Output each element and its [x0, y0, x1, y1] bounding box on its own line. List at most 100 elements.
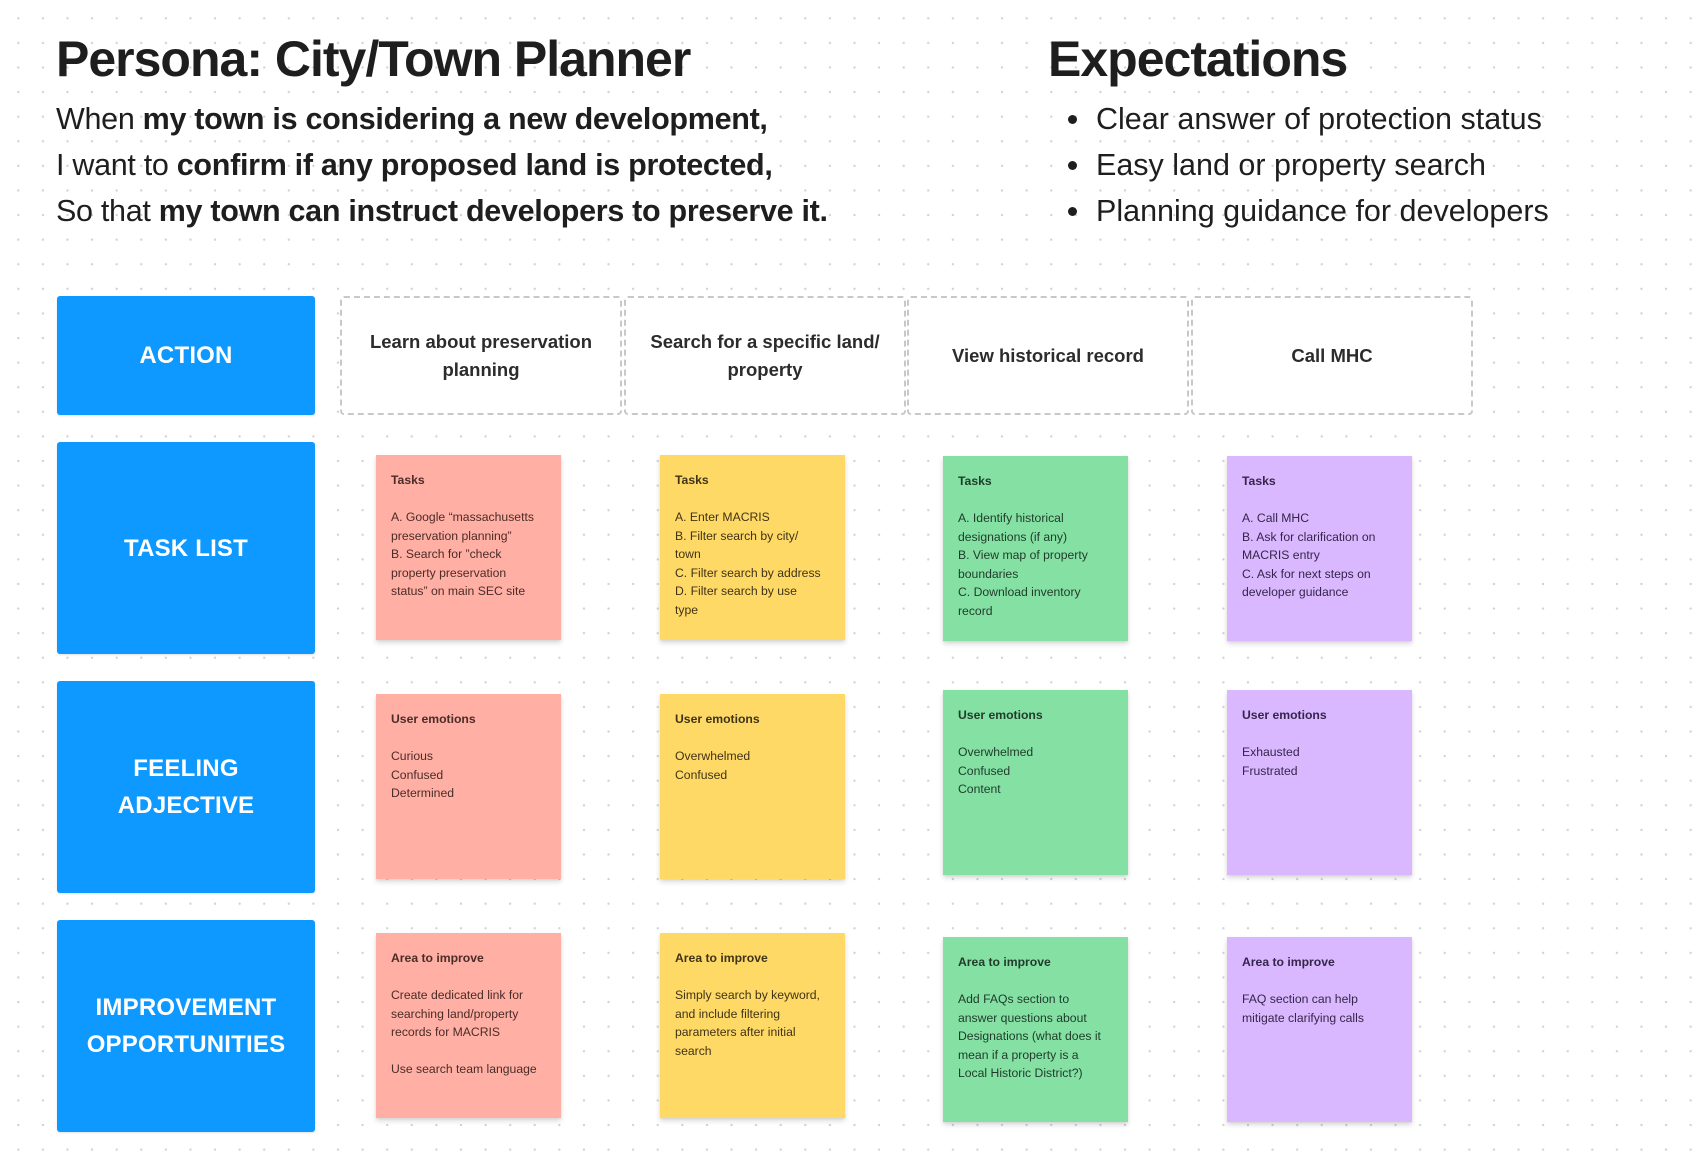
sticky-line: A. Enter MACRIS: [675, 510, 770, 524]
bullet-icon: [1068, 115, 1077, 124]
sticky-line: Content: [958, 782, 1001, 796]
sticky-line: record: [958, 603, 993, 618]
sticky-line: Confused: [391, 767, 444, 782]
sticky-line: B. Filter search by city/: [675, 528, 799, 543]
story-plain-text: I want to: [56, 148, 177, 182]
action-text: Call MHC: [1291, 344, 1373, 366]
sticky-line: mitigate clarifying calls: [1242, 1010, 1364, 1025]
sticky-line: D. Filter search by use: [675, 584, 797, 598]
row-label-task-list[interactable]: TASK LIST: [57, 442, 315, 654]
row-label-text: FEELING ADJECTIVE: [118, 750, 255, 824]
sticky-heading: Tasks: [675, 473, 709, 487]
bullet-icon: [1068, 161, 1077, 170]
sticky-line: C. Ask for next steps on: [1242, 566, 1371, 581]
sticky-line: Determined: [391, 786, 454, 800]
row-label-feeling-adjective[interactable]: FEELING ADJECTIVE: [57, 681, 315, 893]
row-label-action[interactable]: ACTION: [57, 296, 315, 415]
sticky-line: A. Google “massachusetts: [391, 510, 534, 524]
sticky-line: type: [675, 602, 699, 617]
sticky-line: Designations (what does it: [958, 1029, 1101, 1043]
story-bold-text: my town is considering a new development…: [142, 102, 768, 136]
sticky-heading: Tasks: [1242, 474, 1276, 488]
sticky-line: MACRIS entry: [1242, 548, 1320, 562]
sticky-heading: Area to improve: [958, 955, 1051, 969]
sticky-line: A. Call MHC: [1242, 511, 1310, 525]
expectation-text: Planning guidance for developers: [1096, 194, 1549, 228]
sticky-line: C. Filter search by address: [675, 565, 821, 580]
story-plain-text: So that: [56, 194, 159, 228]
row-label-line: OPPORTUNITIES: [86, 1031, 286, 1058]
emotions-sticky[interactable]: User emotions Exhausted Frustrated: [1227, 690, 1412, 875]
sticky-line: status” on main SEC site: [391, 584, 526, 598]
emotions-sticky[interactable]: User emotions Overwhelmed Confused: [660, 694, 845, 879]
action-text: Learn about preservation planning: [369, 330, 593, 380]
story-bold-text: confirm if any proposed land is protecte…: [176, 148, 773, 182]
expectation-text: Clear answer of protection status: [1096, 102, 1542, 136]
row-label-text: IMPROVEMENT OPPORTUNITIES: [87, 989, 286, 1063]
action-box-search[interactable]: Search for a specific land/ property: [624, 296, 906, 415]
persona-title: Persona: City/Town Planner: [56, 31, 691, 87]
expectations-title: Expectations: [1048, 31, 1348, 87]
sticky-heading: User emotions: [1242, 708, 1327, 722]
expectation-item: Clear answer of protection status: [1068, 96, 1549, 142]
sticky-line: Overwhelmed: [675, 749, 751, 763]
user-story-line: When my town is considering a new develo…: [56, 96, 828, 142]
emotions-sticky[interactable]: User emotions Overwhelmed Confused Content: [943, 690, 1128, 875]
user-story-line: I want to confirm if any proposed land i…: [56, 142, 828, 188]
sticky-line: property preservation: [391, 565, 507, 580]
user-story-line: So that my town can instruct developers …: [56, 188, 828, 234]
task-sticky[interactable]: Tasks A. Google “massachusetts preservatio…: [376, 455, 561, 640]
sticky-line: B. View map of property: [958, 548, 1088, 562]
sticky-line: Overwhelmed: [958, 745, 1034, 759]
sticky-line: Simply search by keyword,: [675, 988, 820, 1002]
sticky-line: Frustrated: [1242, 763, 1298, 778]
sticky-line: boundaries: [958, 566, 1019, 581]
sticky-line: Curious: [391, 749, 433, 763]
improvement-sticky[interactable]: Area to improve Create dedicated link for…: [376, 933, 561, 1118]
action-text: View historical record: [952, 344, 1144, 366]
row-label-line: FEELING: [133, 755, 239, 782]
sticky-line: Exhausted: [1242, 745, 1300, 759]
emotions-sticky[interactable]: User emotions Curious Confused Determined: [376, 694, 561, 879]
user-story: When my town is considering a new develo…: [56, 96, 828, 234]
sticky-line: Create dedicated link for: [391, 988, 524, 1002]
improvement-sticky[interactable]: Area to improve Add FAQs section to answer…: [943, 937, 1128, 1122]
row-label-improvement-opportunities[interactable]: IMPROVEMENT OPPORTUNITIES: [57, 920, 315, 1132]
sticky-line: records for MACRIS: [391, 1025, 501, 1039]
sticky-line: designations (if any): [958, 529, 1068, 544]
expectation-text: Easy land or property search: [1096, 148, 1486, 182]
row-label-line: IMPROVEMENT: [95, 994, 277, 1021]
action-box-call-mhc[interactable]: Call MHC: [1191, 296, 1473, 415]
expectation-item: Easy land or property search: [1068, 142, 1549, 188]
action-box-learn[interactable]: Learn about preservation planning: [340, 296, 622, 415]
sticky-line: search: [675, 1043, 712, 1058]
task-sticky[interactable]: Tasks A. Identify historical designations …: [943, 456, 1128, 641]
sticky-line: searching land/property: [391, 1006, 519, 1021]
sticky-line: A. Identify historical: [958, 511, 1064, 525]
sticky-line: preservation planning”: [391, 528, 512, 543]
sticky-line: developer guidance: [1242, 585, 1349, 599]
sticky-line: B. Search for ”check: [391, 547, 502, 561]
action-box-view-record[interactable]: View historical record: [907, 296, 1189, 415]
row-label-line: ADJECTIVE: [117, 792, 255, 819]
sticky-line: Use search team language: [391, 1062, 537, 1076]
sticky-heading: Area to improve: [675, 951, 768, 965]
sticky-heading: Tasks: [958, 474, 992, 488]
task-sticky[interactable]: Tasks A. Enter MACRIS B. Filter search by …: [660, 455, 845, 640]
improvement-sticky[interactable]: Area to improve FAQ section can help mitig…: [1227, 937, 1412, 1122]
expectations-list: Clear answer of protection status Easy l…: [1068, 96, 1549, 234]
bullet-icon: [1068, 207, 1077, 216]
sticky-heading: Area to improve: [391, 951, 484, 965]
sticky-heading: User emotions: [958, 708, 1043, 722]
task-sticky[interactable]: Tasks A. Call MHC B. Ask for clarification…: [1227, 456, 1412, 641]
row-label-text: TASK LIST: [123, 534, 248, 562]
sticky-heading: User emotions: [391, 712, 476, 726]
sticky-spacer: [391, 1042, 546, 1061]
sticky-heading: User emotions: [675, 712, 760, 726]
sticky-line: parameters after initial: [675, 1025, 796, 1039]
improvement-sticky[interactable]: Area to improve Simply search by keyword,…: [660, 933, 845, 1118]
sticky-heading: Area to improve: [1242, 955, 1335, 969]
action-text: Search for a specific land/ property: [650, 330, 880, 380]
sticky-line: Confused: [675, 767, 728, 782]
sticky-line: FAQ section can help: [1242, 992, 1358, 1006]
